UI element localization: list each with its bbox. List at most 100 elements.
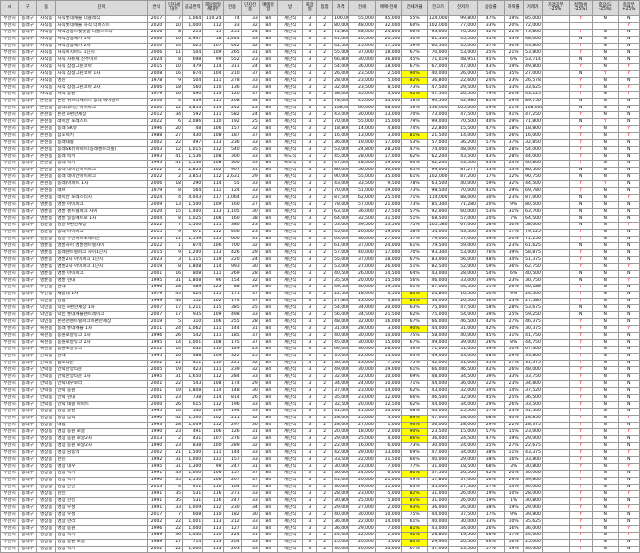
table-cell[interactable]: 계단식 [276,387,304,395]
table-cell[interactable]: 2016 [146,97,167,106]
table-cell[interactable]: 84 [258,35,278,44]
table-cell[interactable]: 2004 [146,214,167,223]
table-cell[interactable]: 62% [401,152,428,161]
table-cell[interactable]: 33% [503,83,524,92]
table-cell[interactable]: 3 [302,132,318,141]
table-cell[interactable]: 1996 [146,125,167,134]
table-cell[interactable]: 24,800 [374,28,403,37]
table-cell[interactable]: 236 [222,139,242,147]
column-header[interactable]: 단지세대수 [165,0,184,16]
table-cell[interactable]: Y [568,504,593,513]
table-cell[interactable]: 290 [182,180,204,189]
table-cell[interactable]: N [568,56,593,65]
table-cell[interactable]: 22 [165,139,184,147]
table-cell[interactable]: 33 [240,373,260,382]
table-cell[interactable]: 30,000 [332,462,350,471]
table-cell[interactable]: 1,000 [182,545,204,553]
table-cell[interactable]: 430 [182,132,204,141]
table-cell[interactable]: 25,000 [348,497,376,506]
table-cell[interactable]: 2 [316,442,334,451]
table-cell[interactable]: N [617,139,640,147]
table-cell[interactable]: N [591,194,619,203]
table-cell[interactable]: 47,000 [426,414,450,423]
table-cell[interactable]: Y [568,345,593,354]
table-cell[interactable]: 온천동 [36,132,57,141]
table-cell[interactable]: 37 [240,476,260,485]
table-cell[interactable]: 1,115 [182,256,204,265]
table-cell[interactable] [541,387,570,395]
table-cell[interactable]: 부산시 [0,387,20,395]
table-cell[interactable]: 1,500 [182,414,204,423]
table-cell[interactable]: 3 [302,387,318,395]
table-cell[interactable]: Y [568,545,593,553]
table-cell[interactable]: 21 [165,449,184,457]
table-cell[interactable]: 28,000 [332,414,350,423]
table-cell[interactable]: 251 [222,28,242,37]
table-cell[interactable]: 53,000 [448,49,478,58]
table-cell[interactable]: 계단식 [276,56,304,65]
table-cell[interactable]: 87,277 [448,166,478,175]
table-cell[interactable]: 30 [240,207,260,216]
table-cell[interactable]: 59,250 [522,311,543,320]
table-cell[interactable]: 108 [202,132,224,141]
table-cell[interactable]: N [591,435,619,444]
table-cell[interactable]: N [591,228,619,237]
table-cell[interactable]: 406 [222,228,242,237]
table-cell[interactable]: 26,000 [448,497,478,506]
table-cell[interactable]: 144 [222,449,242,457]
table-cell[interactable]: 67,000 [448,221,478,230]
table-cell[interactable]: 213 [182,28,204,37]
table-cell[interactable]: 14 [165,42,184,51]
table-cell[interactable]: 5 [165,318,184,327]
table-cell[interactable]: 30 [240,511,260,520]
table-cell[interactable]: 32 [240,359,260,368]
table-cell[interactable]: 온천동 [36,111,57,120]
table-cell[interactable]: 24% [476,77,505,85]
table-cell[interactable]: 12,500 [374,400,403,409]
table-cell[interactable]: 2 [316,283,334,292]
table-cell[interactable]: 3 [302,304,318,313]
table-cell[interactable]: 31 [240,462,260,471]
table-cell[interactable]: 11% [503,449,524,457]
table-cell[interactable]: 84 [258,207,278,216]
table-cell[interactable]: N [617,15,640,23]
table-cell[interactable]: 계단식 [276,166,304,175]
table-cell[interactable]: 2020 [146,21,167,30]
table-cell[interactable]: 부산시 [0,428,20,437]
column-header[interactable]: 연식 [146,0,167,16]
table-cell[interactable]: 22,000 [348,456,376,464]
table-cell[interactable]: 108,000 [332,104,350,113]
table-cell[interactable]: 27 [240,201,260,209]
table-cell[interactable]: 84 [258,462,278,471]
table-cell[interactable]: 2 [316,214,334,223]
table-cell[interactable]: 40,000 [448,180,478,189]
table-cell[interactable]: 49,000 [426,352,450,361]
table-cell[interactable]: 20% [476,214,505,223]
table-cell[interactable]: 23,000 [522,428,543,437]
table-cell[interactable]: Y [568,435,593,444]
table-cell[interactable]: 31 [165,373,184,382]
table-cell[interactable]: 동래구 [18,456,38,464]
table-cell[interactable]: 27% [503,318,524,327]
table-cell[interactable]: 84 [258,414,278,423]
table-cell[interactable]: 35 [240,483,260,492]
table-cell[interactable]: 111 [202,366,224,375]
table-cell[interactable]: 28,000 [522,490,543,499]
table-cell[interactable] [541,56,570,65]
table-cell[interactable]: 19,000 [374,159,403,168]
table-cell[interactable]: 84 [258,214,278,223]
table-cell[interactable]: 2,000 [374,531,403,540]
table-cell[interactable]: 28,000 [332,490,350,499]
table-cell[interactable]: 15,500 [448,125,478,134]
table-cell[interactable]: 31,375 [522,359,543,368]
table-cell[interactable]: 109 [202,407,224,416]
table-cell[interactable]: 계단식 [276,145,304,154]
table-cell[interactable]: 2016 [146,28,167,37]
table-cell[interactable]: 23 [240,228,260,237]
table-cell[interactable]: 2 [316,21,334,30]
table-cell[interactable]: 32,000 [448,393,478,402]
table-cell[interactable]: 54,000 [332,304,350,313]
table-cell[interactable]: 20,000 [348,538,376,547]
table-cell[interactable]: 2019 [146,263,167,271]
table-cell[interactable]: Y [617,325,640,333]
